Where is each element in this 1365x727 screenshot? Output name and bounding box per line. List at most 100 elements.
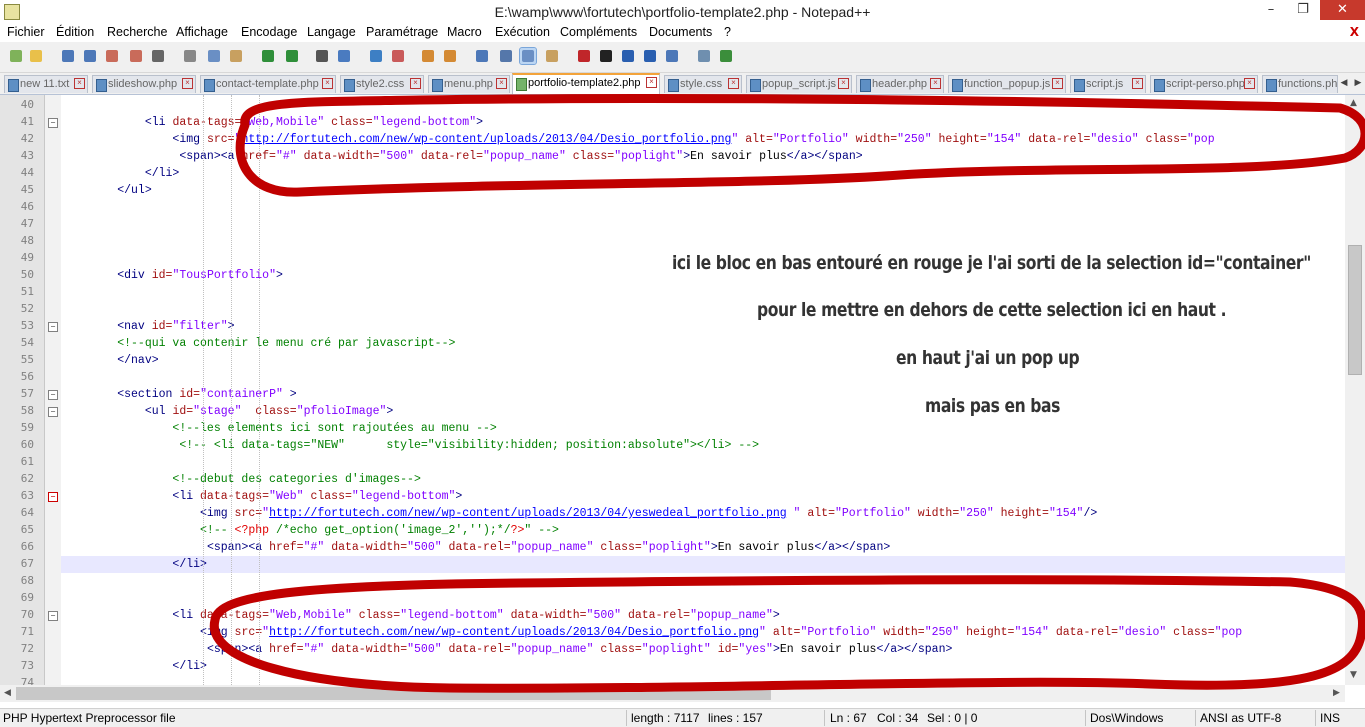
horizontal-scroll-thumb[interactable] [16,687,771,700]
maximize-button[interactable]: ❐ [1288,0,1318,20]
paste-icon[interactable] [228,48,244,64]
menu-encodage[interactable]: Encodage [241,25,297,39]
menu-langage[interactable]: Langage [307,25,356,39]
tab-slideshow-php[interactable]: slideshow.php × [92,75,196,93]
menu-recherche[interactable]: Recherche [107,25,167,39]
menu-edition[interactable]: Édition [56,25,94,39]
code-line[interactable]: <li data-tags="Web" class="legend-bottom… [62,488,462,505]
menu-macro[interactable]: Macro [447,25,482,39]
tab-close-icon[interactable]: × [496,78,507,89]
tab-new-11-txt[interactable]: new 11.txt × [4,75,88,93]
fold-toggle-icon[interactable]: − [48,407,58,417]
code-line[interactable]: </nav> [62,352,158,369]
horizontal-scrollbar[interactable]: ◀ ▶ [0,685,1345,702]
tab-header-php[interactable]: header.php × [856,75,944,93]
tab-close-icon[interactable]: × [74,78,85,89]
tab-close-icon[interactable]: × [728,78,739,89]
scroll-left-arrow-icon[interactable]: ◀ [4,688,11,698]
tab-script-js[interactable]: script.js × [1070,75,1146,93]
code-line[interactable]: <!--debut des categories d'images--> [62,471,420,488]
code-link[interactable]: http://fortutech.com/new/wp-content/uplo… [269,626,759,639]
spellcheck-icon[interactable] [718,48,734,64]
tab-script-perso-php[interactable]: script-perso.php × [1150,75,1258,93]
menu-fichier[interactable]: Fichier [7,25,45,39]
menu-execution[interactable]: Exécution [495,25,550,39]
tab-close-icon[interactable]: × [410,78,421,89]
tab-close-icon[interactable]: × [1244,78,1255,89]
open-file-icon[interactable] [28,48,44,64]
stop-macro-icon[interactable] [598,48,614,64]
run-macro-multiple-icon[interactable] [642,48,658,64]
fold-toggle-icon[interactable]: − [48,492,58,502]
code-line[interactable]: <span><a href="#" data-width="500" data-… [62,539,890,556]
save-icon[interactable] [60,48,76,64]
menu-complements[interactable]: Compléments [560,25,637,39]
find-icon[interactable] [314,48,330,64]
new-file-icon[interactable] [8,48,24,64]
code-line[interactable]: <li data-tags="Web,Mobile" class="legend… [62,114,483,131]
print-icon[interactable] [150,48,166,64]
word-wrap-icon[interactable] [474,48,490,64]
tab-close-icon[interactable]: × [1052,78,1063,89]
code-line[interactable]: <div id="TousPortfolio"> [62,267,283,284]
tab-close-icon[interactable]: × [838,78,849,89]
code-line[interactable]: </li> [62,658,207,675]
tab-close-icon[interactable]: × [1132,78,1143,89]
code-line[interactable]: </ul> [62,182,152,199]
code-line[interactable]: <img src="http://fortutech.com/new/wp-co… [62,131,1214,148]
fold-toggle-icon[interactable]: − [48,611,58,621]
menu-help[interactable]: ? [724,25,731,39]
close-document-button[interactable]: X [1350,25,1359,39]
fold-toggle-icon[interactable]: − [48,390,58,400]
cut-icon[interactable] [182,48,198,64]
settings-icon[interactable] [696,48,712,64]
scroll-up-arrow-icon[interactable]: ▲ [1350,98,1357,108]
redo-icon[interactable] [284,48,300,64]
folder-icon[interactable] [544,48,560,64]
tab-close-icon[interactable]: × [182,78,193,89]
indent-guide-icon[interactable] [519,47,537,65]
record-macro-icon[interactable] [576,48,592,64]
code-line[interactable]: <span><a href="#" data-width="500" data-… [62,148,862,165]
code-line[interactable]: <span><a href="#" data-width="500" data-… [62,641,952,658]
code-link[interactable]: http://fortutech.com/new/wp-content/uplo… [241,133,731,146]
copy-icon[interactable] [206,48,222,64]
fold-toggle-icon[interactable]: − [48,118,58,128]
fold-toggle-icon[interactable]: − [48,322,58,332]
code-link[interactable]: http://fortutech.com/new/wp-content/uplo… [269,507,787,520]
sync-horizontal-icon[interactable] [442,48,458,64]
tab-close-icon[interactable]: × [930,78,941,89]
code-line[interactable]: <img src="http://fortutech.com/new/wp-co… [62,505,1097,522]
tab-contact-template-php[interactable]: contact-template.php × [200,75,336,93]
play-macro-icon[interactable] [620,48,636,64]
code-line[interactable]: <ul id="stage" class="pfolioImage"> [62,403,393,420]
save-macro-icon[interactable] [664,48,680,64]
vertical-scroll-thumb[interactable] [1348,245,1362,375]
tab-style2-css[interactable]: style2.css × [340,75,424,93]
show-all-chars-icon[interactable] [498,48,514,64]
vertical-scrollbar[interactable]: ▲ ▼ [1345,95,1365,685]
code-line[interactable]: <!-- <?php /*echo get_option('image_2','… [62,522,559,539]
tab-close-icon[interactable]: × [322,78,333,89]
tab-popup-script-js[interactable]: popup_script.js × [746,75,852,93]
replace-icon[interactable] [336,48,352,64]
tab-functions-ph[interactable]: functions.ph [1262,75,1338,93]
code-line[interactable]: </li> [62,165,180,182]
code-line[interactable]: <img src="http://fortutech.com/new/wp-co… [62,624,1242,641]
code-editor[interactable]: 40 41 42 43 44 45 46 47 48 49 50 51 52 53 54 55 56 57 58 59… [0,95,1345,685]
scroll-down-arrow-icon[interactable]: ▼ [1350,670,1357,680]
code-line[interactable]: </li> [62,556,207,573]
tab-close-icon[interactable]: × [646,77,657,88]
save-all-icon[interactable] [82,48,98,64]
close-window-button[interactable]: ✕ [1320,0,1365,20]
minimize-button[interactable]: – [1256,0,1286,20]
undo-icon[interactable] [260,48,276,64]
code-line[interactable]: <!-- <li data-tags="NEW" style="visibili… [62,437,759,454]
menu-affichage[interactable]: Affichage [176,25,228,39]
tab-style-css[interactable]: style.css × [664,75,742,93]
close-all-icon[interactable] [128,48,144,64]
code-line[interactable]: <nav id="filter"> [62,318,234,335]
tab-menu-php[interactable]: menu.php × [428,75,510,93]
code-line[interactable]: <li data-tags="Web,Mobile" class="legend… [62,607,779,624]
tab-scroll-left-button[interactable]: ◀ [1338,76,1350,90]
